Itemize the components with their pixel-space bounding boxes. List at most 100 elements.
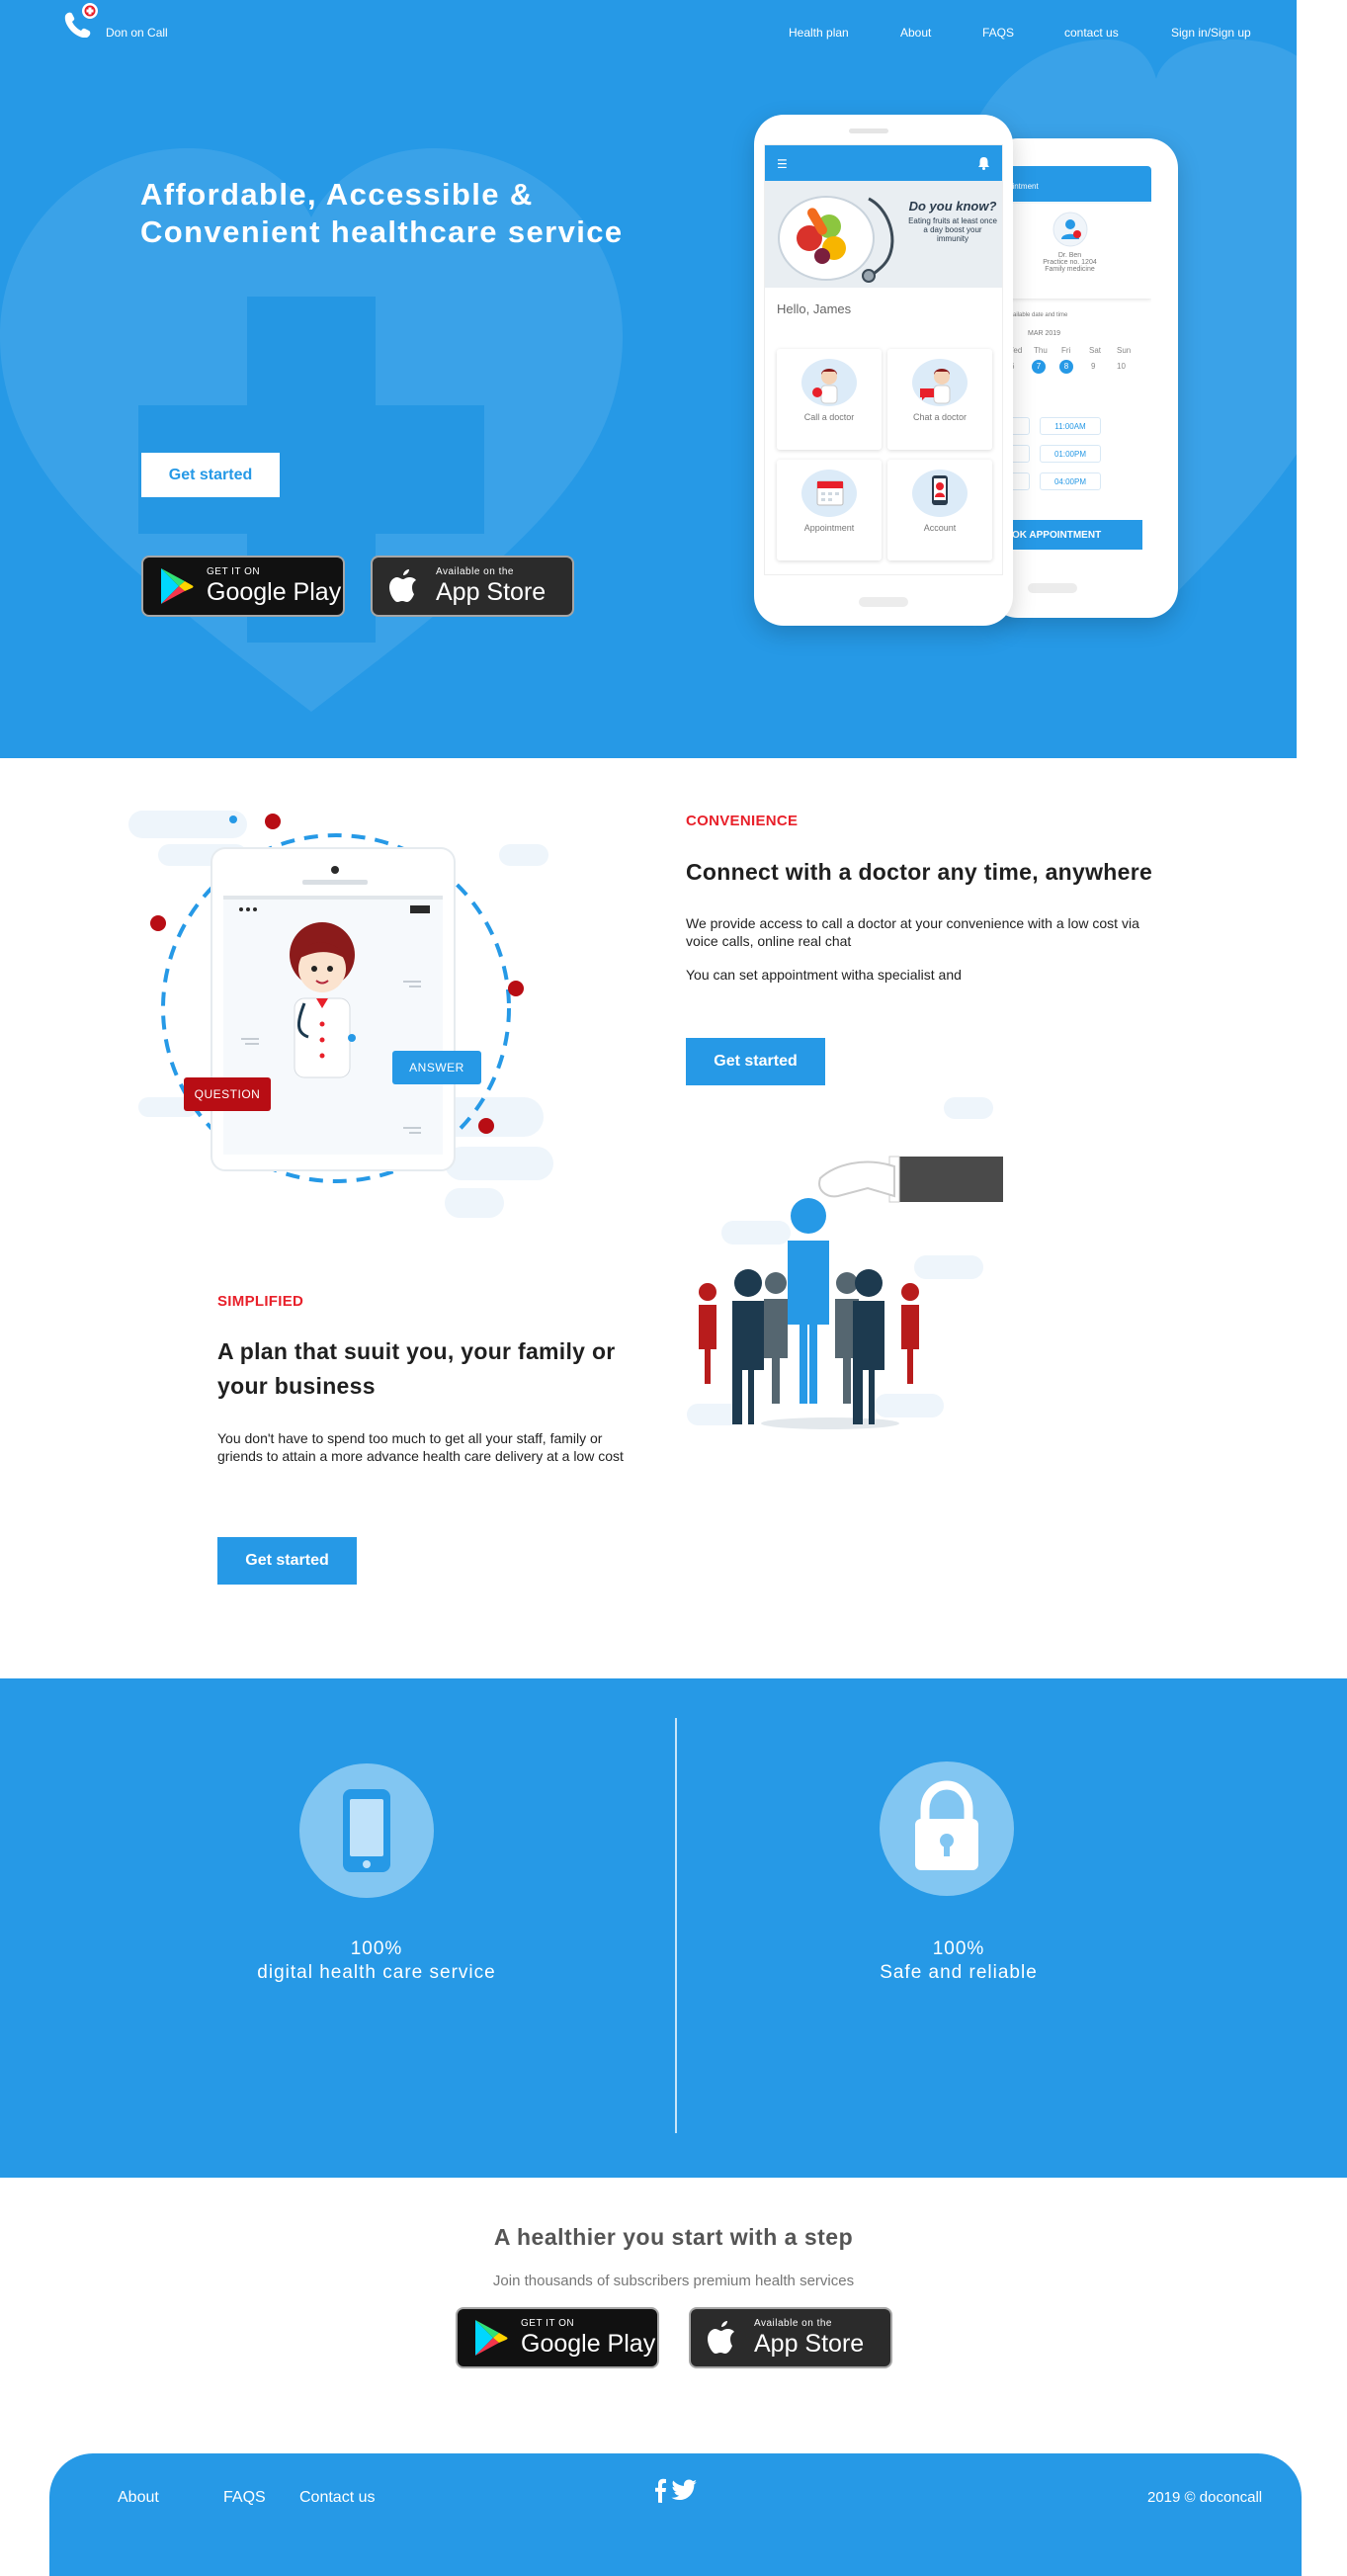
calendar-icon: [801, 470, 857, 517]
nav-sign-in[interactable]: Sign in/Sign up: [1171, 26, 1251, 40]
tip-banner[interactable]: Do you know? Eating fruits at least once…: [765, 181, 1002, 288]
footer-contact-link[interactable]: Contact us: [299, 2489, 375, 2507]
google-play-small: GET IT ON: [207, 566, 261, 577]
tile-label: Chat a doctor: [912, 412, 968, 422]
simplified-label: SIMPLIFIED: [217, 1293, 304, 1310]
tip-body: Eating fruits at least once a day boost …: [908, 216, 997, 243]
tip-text: Do you know? Eating fruits at least once…: [908, 199, 997, 243]
footer-faqs-link[interactable]: FAQS: [223, 2489, 266, 2507]
simplified-get-started-button[interactable]: Get started: [217, 1537, 357, 1585]
tile-label: Appointment: [803, 523, 855, 533]
answer-tag: ANSWER: [392, 1051, 481, 1084]
calendar-date[interactable]: 10: [1117, 362, 1126, 371]
footer-copyright: 2019 © doconcall: [1147, 2489, 1263, 2506]
doctor-chat-illustration: [128, 811, 553, 1218]
hero-title-line1: Affordable, Accessible &: [140, 177, 534, 212]
tip-title: Do you know?: [908, 199, 997, 214]
app-header: ☰: [765, 145, 1002, 181]
apple-icon: [389, 569, 416, 602]
stats-section: 100% digital health care service 100% Sa…: [0, 1678, 1347, 2178]
convenience-body-2: You can set appointment witha specialist…: [686, 967, 962, 983]
nav-faqs[interactable]: FAQS: [982, 26, 1014, 40]
hero-title: Affordable, Accessible & Convenient heal…: [140, 176, 694, 251]
time-slot[interactable]: 11:00AM: [1040, 417, 1101, 435]
google-play-icon: [475, 2320, 508, 2356]
convenience-label: CONVENIENCE: [686, 813, 799, 829]
time-slot[interactable]: 01:00PM: [1040, 445, 1101, 463]
phone-speaker: [849, 129, 888, 133]
calendar-date-selected[interactable]: 7: [1032, 360, 1046, 374]
calendar-day: Sun: [1117, 346, 1132, 355]
simplified-heading: A plan that suuit you, your family or yo…: [217, 1334, 672, 1404]
doctor-avatar-icon: [1052, 212, 1087, 247]
convenience-get-started-button[interactable]: Get started: [686, 1038, 825, 1085]
calendar-day: Sat: [1089, 346, 1102, 355]
home-screen: ☰ Do you know? Eating fruits at least on…: [764, 144, 1003, 575]
google-play-badge[interactable]: GET IT ON Google Play: [141, 556, 345, 617]
app-store-badge[interactable]: Available on the App Store: [689, 2307, 892, 2368]
nav-health-plan[interactable]: Health plan: [789, 26, 849, 40]
bell-icon[interactable]: [977, 156, 990, 170]
app-store-big: App Store: [436, 578, 547, 606]
stats-divider: [675, 1718, 677, 2133]
calendar-day: Fri: [1061, 346, 1071, 355]
hero-get-started-button[interactable]: Get started: [141, 453, 280, 497]
greeting: Hello, James: [777, 301, 852, 316]
google-play-icon: [161, 568, 194, 604]
simplified-heading-line1: A plan that suuit you, your family or: [217, 1338, 616, 1364]
google-play-big: Google Play: [521, 2330, 656, 2358]
twitter-icon[interactable]: [670, 2477, 698, 2503]
google-play-badge[interactable]: GET IT ON Google Play: [456, 2307, 659, 2368]
app-store-small: Available on the: [754, 2318, 832, 2329]
app-store-small: Available on the: [436, 566, 514, 577]
tile-appointment[interactable]: Appointment: [777, 460, 882, 560]
stat-icon-circle: [880, 1761, 1014, 1896]
stat-digital: 100% digital health care service: [179, 1937, 574, 1985]
tile-chat-doctor[interactable]: Chat a doctor: [887, 349, 992, 450]
convenience-heading: Connect with a doctor any time, anywhere: [686, 859, 1153, 885]
time-slot[interactable]: 04:00PM: [1040, 472, 1101, 490]
simplified-heading-line2: your business: [217, 1373, 376, 1399]
family-plan-illustration: [687, 1097, 1003, 1429]
nav-contact[interactable]: contact us: [1064, 26, 1119, 40]
google-play-small: GET IT ON: [521, 2318, 575, 2329]
logo-icon[interactable]: [61, 2, 101, 38]
calendar-date-selected[interactable]: 8: [1059, 360, 1073, 374]
app-store-badge[interactable]: Available on the App Store: [371, 556, 574, 617]
phone-mockup-front: ☰ Do you know? Eating fruits at least on…: [754, 115, 1013, 626]
cta-title: A healthier you start with a step: [493, 2224, 854, 2250]
phone-home-bar: [859, 597, 908, 607]
cta-subtitle: Join thousands of subscribers premium he…: [492, 2273, 855, 2289]
nav-about[interactable]: About: [900, 26, 931, 40]
convenience-body-1: We provide access to call a doctor at yo…: [686, 915, 1139, 949]
lock-icon: [915, 1780, 978, 1870]
calendar-month: MAR 2019: [1028, 330, 1061, 337]
phone-home-bar: [1028, 583, 1077, 593]
stat-icon-circle: [299, 1763, 434, 1898]
footer-about-link[interactable]: About: [118, 2489, 159, 2507]
tile-label: Call a doctor: [803, 412, 855, 422]
menu-icon[interactable]: ☰: [777, 157, 788, 171]
calendar-date[interactable]: 9: [1091, 362, 1095, 371]
stat-value: 100%: [350, 1938, 403, 1959]
question-tag: QUESTION: [184, 1077, 271, 1111]
tile-call-doctor[interactable]: Call a doctor: [777, 349, 882, 450]
doctor-chat-icon: [912, 359, 968, 406]
account-icon: [912, 470, 968, 517]
stat-value: 100%: [932, 1938, 985, 1959]
footer: About FAQS Contact us 2019 © doconcall: [49, 2453, 1302, 2576]
phone-mockup-back: ointment Dr. Ben Practice no. 1204 Famil…: [988, 138, 1178, 618]
stat-label: digital health care service: [257, 1962, 496, 1983]
stat-label: Safe and reliable: [880, 1962, 1038, 1983]
stat-safe: 100% Safe and reliable: [761, 1937, 1156, 1985]
simplified-body: You don't have to spend too much to get …: [217, 1430, 624, 1464]
app-store-big: App Store: [754, 2330, 865, 2358]
hero-title-line2: Convenient healthcare service: [140, 215, 624, 249]
doctor-phone-icon: [801, 359, 857, 406]
tile-label: Account: [923, 523, 957, 533]
phone-icon: [343, 1789, 390, 1872]
tile-account[interactable]: Account: [887, 460, 992, 560]
fruit-stethoscope-illustration: [778, 196, 894, 283]
facebook-icon[interactable]: [654, 2477, 666, 2503]
brand-name[interactable]: Don on Call: [106, 26, 168, 40]
